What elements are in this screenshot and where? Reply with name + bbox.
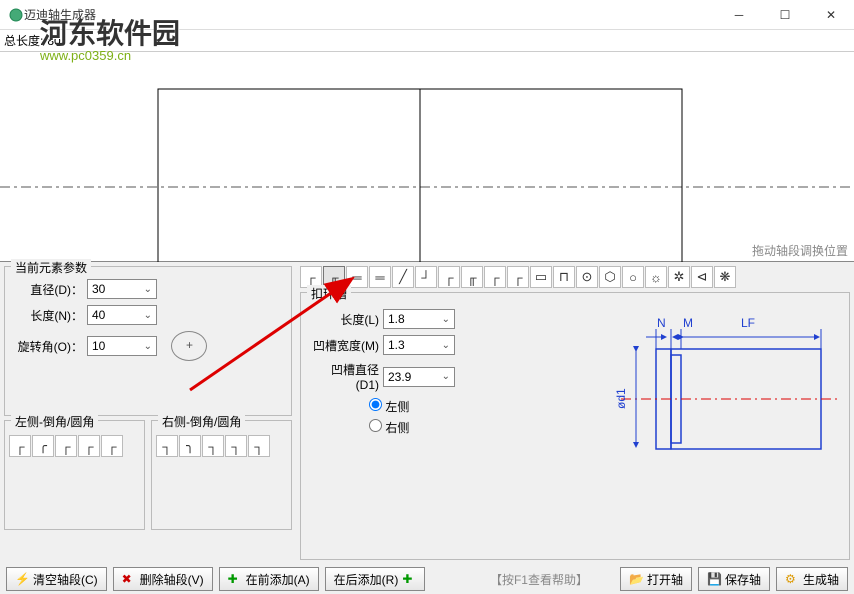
generate-button[interactable]: ⚙生成轴 bbox=[776, 567, 848, 591]
feature-opt-14[interactable]: ⬡ bbox=[599, 266, 621, 288]
diameter-select[interactable]: 30 bbox=[87, 279, 157, 299]
total-length-label: 总长度: bbox=[4, 32, 43, 49]
feature-opt-11[interactable]: ▭ bbox=[530, 266, 552, 288]
ring-length-select[interactable]: 1.8 bbox=[383, 309, 455, 329]
feature-opt-12[interactable]: ⊓ bbox=[553, 266, 575, 288]
feature-opt-8[interactable]: ╓ bbox=[461, 266, 483, 288]
ring-diagram: N M LF ød1 bbox=[601, 299, 841, 479]
save-icon: 💾 bbox=[707, 572, 721, 586]
svg-text:LF: LF bbox=[741, 316, 755, 330]
ring-width-select[interactable]: 1.3 bbox=[383, 335, 455, 355]
length-select[interactable]: 40 bbox=[87, 305, 157, 325]
window-title: 迈迪轴生成器 bbox=[24, 6, 96, 23]
right-chamfer-opt-2[interactable]: ╮ bbox=[179, 435, 201, 457]
left-chamfer-opt-2[interactable]: ╭ bbox=[32, 435, 54, 457]
params-group-title: 当前元素参数 bbox=[11, 259, 91, 276]
gear-icon: ⚙ bbox=[785, 572, 799, 586]
svg-text:N: N bbox=[657, 316, 666, 330]
right-chamfer-opt-3[interactable]: ┐ bbox=[202, 435, 224, 457]
rotation-label: 旋转角(O)： bbox=[13, 338, 83, 355]
right-chamfer-opt-4[interactable]: ┐ bbox=[225, 435, 247, 457]
feature-opt-5[interactable]: ╱ bbox=[392, 266, 414, 288]
f1-hint: 【按F1查看帮助】 bbox=[490, 571, 588, 588]
feature-opt-7[interactable]: ┌ bbox=[438, 266, 460, 288]
minimize-button[interactable]: ─ bbox=[716, 0, 762, 30]
left-chamfer-opt-1[interactable]: ┌ bbox=[9, 435, 31, 457]
lightning-icon: ⚡ bbox=[15, 572, 29, 586]
length-label: 长度(N)： bbox=[13, 307, 83, 324]
total-length-value: 80 bbox=[47, 34, 60, 48]
clear-button[interactable]: ⚡清空轴段(C) bbox=[6, 567, 107, 591]
folder-icon: 📂 bbox=[629, 572, 643, 586]
radio-right[interactable]: 右侧 bbox=[369, 421, 409, 435]
right-chamfer-opt-5[interactable]: ┐ bbox=[248, 435, 270, 457]
feature-opt-4[interactable]: ═ bbox=[369, 266, 391, 288]
feature-opt-18[interactable]: ⊲ bbox=[691, 266, 713, 288]
delete-button[interactable]: ✖删除轴段(V) bbox=[113, 567, 213, 591]
left-chamfer-opt-4[interactable]: ┌ bbox=[78, 435, 100, 457]
diameter-label: 直径(D)： bbox=[13, 281, 83, 298]
save-button[interactable]: 💾保存轴 bbox=[698, 567, 770, 591]
left-chamfer-opt-3[interactable]: ┌ bbox=[55, 435, 77, 457]
feature-opt-9[interactable]: ┌ bbox=[484, 266, 506, 288]
preview-area[interactable]: 拖动轴段调换位置 bbox=[0, 52, 854, 262]
rotation-select[interactable]: 10 bbox=[87, 336, 157, 356]
plus-icon: ✚ bbox=[228, 572, 242, 586]
right-chamfer-title: 右侧-倒角/圆角 bbox=[158, 413, 245, 430]
feature-opt-16[interactable]: ☼ bbox=[645, 266, 667, 288]
right-chamfer-opt-1[interactable]: ┐ bbox=[156, 435, 178, 457]
feature-opt-15[interactable]: ○ bbox=[622, 266, 644, 288]
svg-text:ød1: ød1 bbox=[614, 388, 628, 409]
ring-group-title: 扣环槽 bbox=[307, 285, 351, 302]
plus-icon: ✚ bbox=[402, 572, 416, 586]
feature-opt-13[interactable]: ⊙ bbox=[576, 266, 598, 288]
svg-text:M: M bbox=[683, 316, 693, 330]
feature-opt-6[interactable]: ┘ bbox=[415, 266, 437, 288]
maximize-button[interactable]: ☐ bbox=[762, 0, 808, 30]
feature-opt-19[interactable]: ❋ bbox=[714, 266, 736, 288]
ring-diam-select[interactable]: 23.9 bbox=[383, 367, 455, 387]
open-button[interactable]: 📂打开轴 bbox=[620, 567, 692, 591]
ring-width-label: 凹槽宽度(M) bbox=[309, 337, 379, 354]
drag-hint: 拖动轴段调换位置 bbox=[752, 242, 848, 259]
feature-opt-17[interactable]: ✲ bbox=[668, 266, 690, 288]
ring-diam-label: 凹槽直径(D1) bbox=[309, 361, 379, 392]
x-icon: ✖ bbox=[122, 572, 136, 586]
add-before-button[interactable]: ✚在前添加(A) bbox=[219, 567, 319, 591]
shaft-preview-svg bbox=[0, 52, 854, 262]
radio-left[interactable]: 左侧 bbox=[369, 400, 409, 414]
ring-length-label: 长度(L) bbox=[309, 311, 379, 328]
left-chamfer-title: 左侧-倒角/圆角 bbox=[11, 413, 98, 430]
left-chamfer-opt-5[interactable]: ┌ bbox=[101, 435, 123, 457]
feature-opt-10[interactable]: ┌ bbox=[507, 266, 529, 288]
close-button[interactable]: ✕ bbox=[808, 0, 854, 30]
app-icon bbox=[8, 7, 24, 23]
add-after-button[interactable]: 在后添加(R) ✚ bbox=[325, 567, 426, 591]
rotation-icon bbox=[171, 331, 207, 361]
